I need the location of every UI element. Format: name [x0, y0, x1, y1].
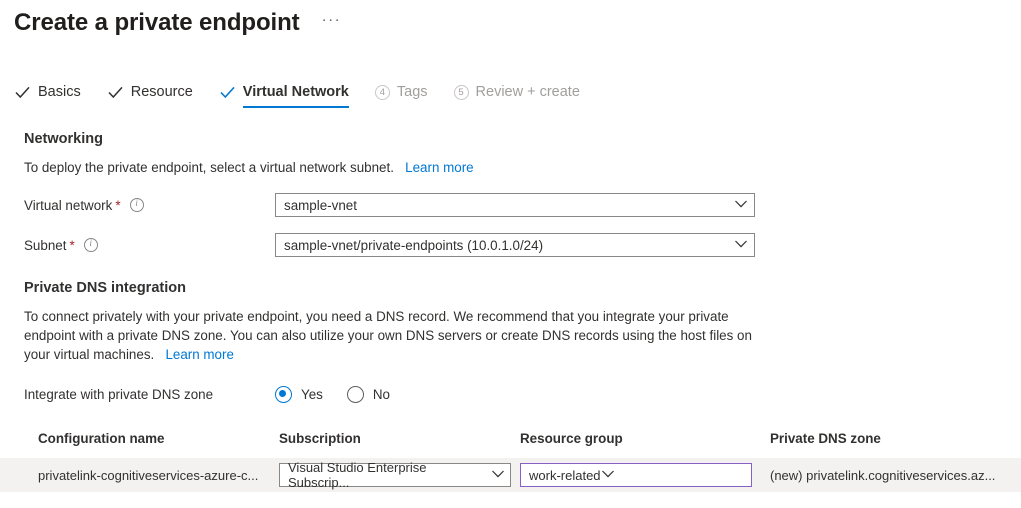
check-icon	[14, 84, 31, 101]
dns-integration-description: To connect privately with your private e…	[24, 307, 759, 364]
column-header-resource-group: Resource group	[520, 431, 770, 446]
dns-description-text: To connect privately with your private e…	[24, 309, 752, 362]
info-icon[interactable]: i	[130, 198, 144, 212]
required-asterisk: *	[69, 238, 74, 253]
cell-configuration-name: privatelink-cognitiveservices-azure-c...	[38, 468, 279, 483]
page-header: Create a private endpoint ···	[0, 0, 1021, 40]
chevron-down-icon	[601, 466, 615, 484]
networking-learn-more-link[interactable]: Learn more	[405, 160, 473, 175]
tab-virtual-network[interactable]: Virtual Network	[219, 83, 349, 108]
tab-resource[interactable]: Resource	[107, 83, 193, 108]
step-number-badge: 4	[375, 85, 390, 100]
check-icon	[107, 84, 124, 101]
networking-description-text: To deploy the private endpoint, select a…	[24, 160, 394, 175]
column-header-configuration-name: Configuration name	[38, 431, 279, 446]
integrate-dns-label: Integrate with private DNS zone	[24, 387, 275, 402]
step-number-badge: 5	[454, 85, 469, 100]
cell-resource-group: work-related	[520, 463, 770, 487]
tab-review-create[interactable]: 5 Review + create	[454, 83, 580, 108]
virtual-network-value: sample-vnet	[284, 198, 734, 213]
tab-label: Resource	[131, 83, 193, 101]
dns-learn-more-link[interactable]: Learn more	[165, 347, 233, 362]
subnet-dropdown[interactable]: sample-vnet/private-endpoints (10.0.1.0/…	[275, 233, 755, 257]
radio-circle-icon	[347, 386, 364, 403]
subscription-value: Visual Studio Enterprise Subscrip...	[288, 460, 491, 490]
chevron-down-icon	[491, 466, 505, 484]
dns-configuration-table: Configuration name Subscription Resource…	[0, 426, 1021, 492]
column-header-private-dns-zone: Private DNS zone	[770, 431, 1015, 446]
dns-integration-heading: Private DNS integration	[24, 280, 1011, 296]
info-icon[interactable]: i	[84, 238, 98, 252]
chevron-down-icon	[734, 196, 748, 214]
table-row: privatelink-cognitiveservices-azure-c...…	[0, 458, 1021, 492]
tab-label: Tags	[397, 83, 428, 101]
subnet-value: sample-vnet/private-endpoints (10.0.1.0/…	[284, 238, 734, 253]
active-tab-underline	[243, 106, 349, 108]
networking-heading: Networking	[24, 131, 1011, 147]
radio-option-yes[interactable]: Yes	[275, 386, 323, 403]
subnet-row: Subnet * i sample-vnet/private-endpoints…	[24, 233, 1011, 257]
radio-option-no[interactable]: No	[347, 386, 390, 403]
virtual-network-dropdown[interactable]: sample-vnet	[275, 193, 755, 217]
check-icon	[219, 84, 236, 101]
chevron-down-icon	[734, 236, 748, 254]
wizard-tabs: Basics Resource Virtual Network 4 Tags 5…	[0, 78, 1021, 108]
radio-circle-icon	[275, 386, 292, 403]
virtual-network-label: Virtual network * i	[24, 198, 275, 213]
subscription-dropdown[interactable]: Visual Studio Enterprise Subscrip...	[279, 463, 511, 487]
resource-group-dropdown[interactable]: work-related	[520, 463, 752, 487]
table-header-row: Configuration name Subscription Resource…	[38, 426, 1021, 450]
networking-description: To deploy the private endpoint, select a…	[24, 158, 759, 177]
column-header-subscription: Subscription	[279, 431, 520, 446]
integrate-dns-row: Integrate with private DNS zone Yes No	[24, 386, 1011, 403]
subnet-label: Subnet * i	[24, 238, 275, 253]
radio-label-yes: Yes	[301, 387, 323, 402]
cell-subscription: Visual Studio Enterprise Subscrip...	[279, 463, 520, 487]
virtual-network-row: Virtual network * i sample-vnet	[24, 193, 1011, 217]
tab-label: Review + create	[476, 83, 580, 101]
tab-tags[interactable]: 4 Tags	[375, 83, 428, 108]
required-asterisk: *	[115, 198, 120, 213]
page-title: Create a private endpoint	[14, 8, 300, 38]
cell-private-dns-zone: (new) privatelink.cognitiveservices.az..…	[770, 468, 1015, 483]
tab-basics[interactable]: Basics	[14, 83, 81, 108]
subnet-label-text: Subnet	[24, 238, 66, 253]
radio-label-no: No	[373, 387, 390, 402]
resource-group-value: work-related	[529, 468, 601, 483]
tab-label: Virtual Network	[243, 83, 349, 101]
main-content: Networking To deploy the private endpoin…	[0, 131, 1021, 492]
tab-label: Basics	[38, 83, 81, 101]
more-options-icon[interactable]: ···	[318, 11, 346, 35]
virtual-network-label-text: Virtual network	[24, 198, 112, 213]
